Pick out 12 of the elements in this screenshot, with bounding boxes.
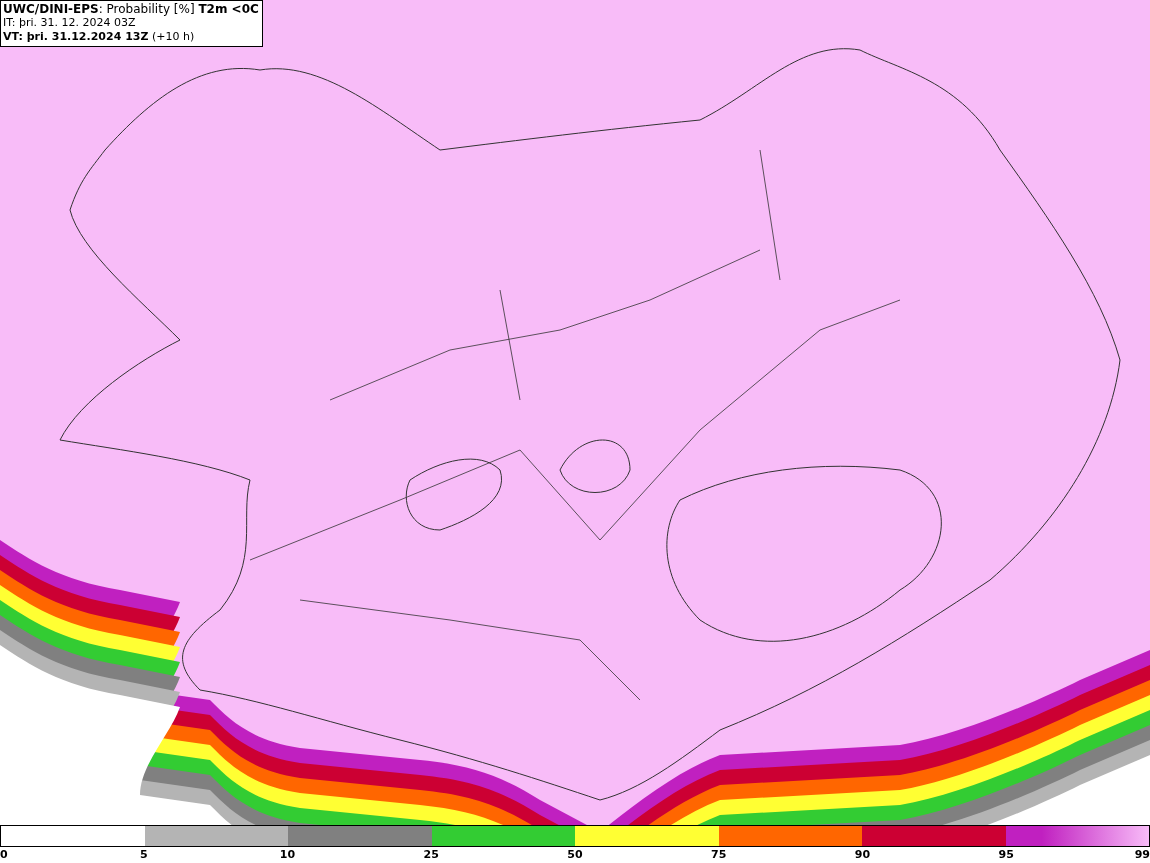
scale-label: 99 [1134,848,1150,862]
valid-time: VT: þri. 31.12.2024 13Z (+10 h) [3,30,196,44]
scale-label: 90 [854,848,871,862]
scale-label: 5 [139,848,148,862]
scale-label: 50 [567,848,583,862]
scale-label: 95 [998,848,1014,862]
scale-label: 0 [0,848,8,862]
scale-label: 75 [711,848,727,862]
scale-label: 25 [423,848,439,862]
map-title: UWC/DINI-EPS: Probability [%] T2m <0C [3,2,259,16]
init-time: IT: þri. 31. 12. 2024 03Z [3,16,137,30]
scale-label: 10 [279,848,296,862]
